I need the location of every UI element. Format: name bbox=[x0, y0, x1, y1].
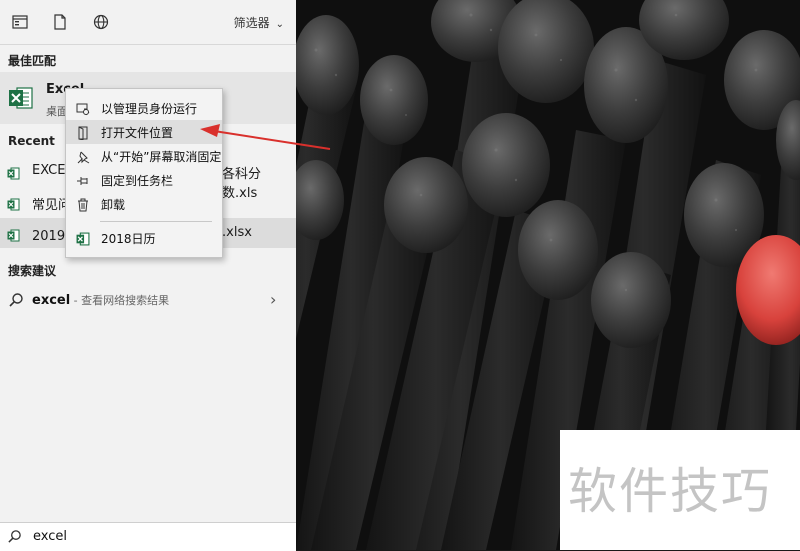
search-top-bar: 筛选器 ⌄ bbox=[0, 0, 296, 45]
recent-item-label-suffix: .xlsx bbox=[222, 225, 252, 240]
menu-item-label: 从“开始”屏幕取消固定 bbox=[101, 150, 222, 164]
search-input[interactable]: excel bbox=[33, 529, 67, 544]
excel-file-icon bbox=[7, 165, 20, 180]
trash-icon bbox=[76, 197, 90, 212]
excel-icon bbox=[8, 86, 34, 110]
search-panel: 筛选器⌄ 最佳匹配 Excel 桌面 Recent EXCEL 各科分数.xls… bbox=[0, 0, 296, 551]
menu-item-label: 卸载 bbox=[101, 198, 126, 212]
menu-item-label: 打开文件位置 bbox=[101, 126, 174, 140]
pin-taskbar-icon bbox=[76, 173, 90, 187]
search-box[interactable]: excel bbox=[0, 522, 296, 551]
menu-item-label: 固定到任务栏 bbox=[101, 174, 174, 188]
chevron-right-icon[interactable]: › bbox=[270, 290, 276, 309]
menu-item-recent-file[interactable]: 2018日历 bbox=[66, 226, 222, 250]
menu-item-uninstall[interactable]: 卸载 bbox=[66, 192, 222, 216]
menu-item-run-as-admin[interactable]: 以管理员身份运行 bbox=[66, 96, 222, 120]
best-match-heading: 最佳匹配 bbox=[8, 54, 57, 68]
excel-file-icon bbox=[7, 227, 20, 242]
search-icon bbox=[8, 292, 24, 308]
run-as-admin-icon bbox=[76, 101, 90, 116]
search-suggestions-heading: 搜索建议 bbox=[8, 264, 57, 278]
menu-separator bbox=[100, 221, 212, 222]
suggestion-hint: - 查看网络搜索结果 bbox=[70, 294, 170, 307]
web-globe-icon[interactable] bbox=[91, 12, 111, 32]
suggestion-query: excel bbox=[32, 293, 71, 308]
menu-item-label: 以管理员身份运行 bbox=[101, 102, 198, 116]
filter-dropdown[interactable]: 筛选器 ⌄ bbox=[234, 14, 284, 31]
filter-label: 筛选器 bbox=[233, 16, 270, 30]
unpin-start-icon bbox=[76, 149, 90, 164]
context-menu: 以管理员身份运行 打开文件位置 从“开始”屏幕取消固定 固定到任务栏 卸载 20… bbox=[65, 88, 223, 258]
web-search-suggestion[interactable]: excel - 查看网络搜索结果 › bbox=[0, 286, 296, 314]
apps-icon[interactable] bbox=[10, 12, 30, 32]
menu-item-open-file-location[interactable]: 打开文件位置 bbox=[66, 120, 222, 144]
open-file-location-icon bbox=[76, 125, 90, 141]
excel-file-icon bbox=[76, 231, 90, 246]
menu-item-label: 2018日历 bbox=[101, 232, 156, 246]
suggestion-text: excel - 查看网络搜索结果 bbox=[32, 292, 169, 308]
watermark-text: 软件技巧 bbox=[568, 463, 773, 520]
menu-item-unpin-start[interactable]: 从“开始”屏幕取消固定 bbox=[66, 144, 222, 168]
chevron-down-icon: ⌄ bbox=[275, 19, 284, 30]
excel-file-icon bbox=[7, 196, 20, 211]
menu-item-pin-taskbar[interactable]: 固定到任务栏 bbox=[66, 168, 222, 192]
document-icon[interactable] bbox=[50, 12, 70, 32]
recent-heading: Recent bbox=[8, 134, 55, 148]
search-icon bbox=[7, 529, 22, 544]
